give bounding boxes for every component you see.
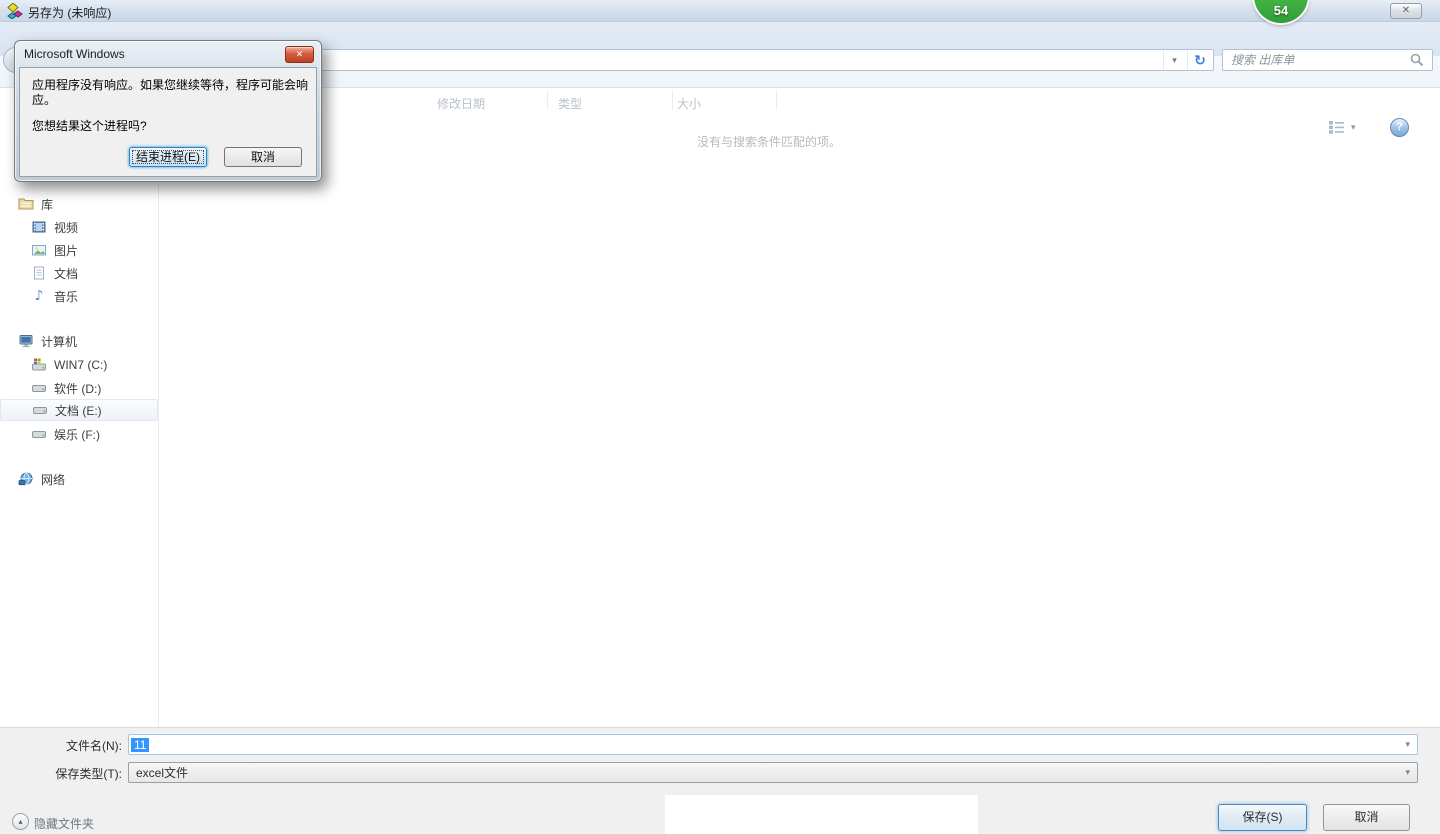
title-bar: 另存为 (未响应) ✕ (0, 0, 1440, 22)
drive-icon (31, 426, 47, 442)
blank-overlay (665, 795, 978, 834)
network-icon (18, 471, 34, 487)
filename-label: 文件名(N): (20, 737, 122, 754)
search-icon (1410, 53, 1424, 67)
save-button[interactable]: 保存(S) (1218, 804, 1307, 831)
save-as-window: 另存为 (未响应) ✕ 54 ◂ ▸ ▸ 计算机 ▸ 文档 (E:) ▸ 出库单… (0, 0, 1440, 834)
app-icon (7, 3, 23, 19)
sidebar-item-music[interactable]: ♪ 音乐 (0, 285, 158, 307)
help-icon[interactable]: ? (1390, 118, 1409, 137)
system-drive-icon (31, 357, 47, 373)
videos-icon (31, 219, 47, 235)
sidebar-item-documents[interactable]: 文档 (0, 262, 158, 284)
dialog-cancel-button[interactable]: 取消 (224, 147, 302, 167)
pictures-icon (31, 242, 47, 258)
change-view-icon[interactable] (1328, 119, 1345, 135)
column-separator (547, 90, 548, 110)
cancel-button[interactable]: 取消 (1323, 804, 1410, 831)
not-responding-dialog: Microsoft Windows ✕ 应用程序没有响应。如果您继续等待，程序可… (14, 40, 322, 182)
dialog-close-icon[interactable]: ✕ (285, 46, 314, 63)
sidebar-item-videos[interactable]: 视频 (0, 216, 158, 238)
window-close-icon[interactable]: ✕ (1390, 3, 1422, 19)
dialog-title: Microsoft Windows (24, 47, 125, 61)
column-header-type[interactable]: 类型 (558, 95, 582, 112)
filename-value: 11 (131, 738, 149, 752)
sidebar-item-pictures[interactable]: 图片 (0, 239, 158, 261)
column-separator (672, 90, 673, 110)
drive-icon (31, 380, 47, 396)
hide-folders-label[interactable]: 隐藏文件夹 (34, 815, 94, 832)
column-header-date[interactable]: 修改日期 (437, 95, 485, 112)
sidebar-item-drive-e[interactable]: 文档 (E:) (0, 399, 158, 421)
libraries-icon (18, 196, 34, 212)
views-dropdown-icon[interactable]: ▾ (1351, 122, 1356, 133)
sidebar-item-computer[interactable]: 计算机 (0, 330, 158, 352)
refresh-icon[interactable]: ↻ (1187, 50, 1212, 70)
filename-input[interactable]: 11 ▾ (128, 734, 1418, 755)
music-icon: ♪ (31, 288, 47, 304)
hide-folders-icon[interactable]: ▴ (12, 813, 29, 830)
dialog-message: 应用程序没有响应。如果您继续等待，程序可能会响应。 (32, 78, 310, 108)
column-header-size[interactable]: 大小 (677, 95, 701, 112)
column-separator (776, 90, 777, 110)
sidebar-item-drive-d[interactable]: 软件 (D:) (0, 377, 158, 399)
file-list-area: 修改日期 类型 大小 没有与搜索条件匹配的项。 库 视频 (0, 88, 1440, 727)
sidebar-item-drive-f[interactable]: 娱乐 (F:) (0, 423, 158, 445)
sidebar-divider (158, 88, 159, 727)
drive-icon (32, 402, 48, 418)
filetype-value: excel文件 (136, 764, 188, 781)
dialog-question: 您想结果这个进程吗? (32, 117, 304, 134)
documents-icon (31, 265, 47, 281)
sidebar-item-libraries[interactable]: 库 (0, 193, 158, 215)
computer-icon (18, 333, 34, 349)
filename-dropdown-icon[interactable]: ▾ (1405, 739, 1410, 750)
empty-search-message: 没有与搜索条件匹配的项。 (697, 133, 841, 150)
end-process-button[interactable]: 结束进程(E) (129, 147, 207, 167)
sidebar-item-drive-c[interactable]: WIN7 (C:) (0, 354, 158, 376)
filetype-label: 保存类型(T): (20, 765, 122, 782)
address-dropdown-icon[interactable]: ▾ (1163, 50, 1185, 70)
window-title: 另存为 (未响应) (28, 4, 111, 21)
search-input[interactable] (1222, 49, 1433, 71)
sidebar-item-network[interactable]: 网络 (0, 468, 158, 490)
dialog-body: 应用程序没有响应。如果您继续等待，程序可能会响应。 您想结果这个进程吗? 结束进… (19, 67, 317, 177)
filetype-dropdown-icon[interactable]: ▾ (1405, 767, 1410, 778)
dialog-title-bar: Microsoft Windows ✕ (19, 41, 317, 67)
filetype-select[interactable]: excel文件 ▾ (128, 762, 1418, 783)
